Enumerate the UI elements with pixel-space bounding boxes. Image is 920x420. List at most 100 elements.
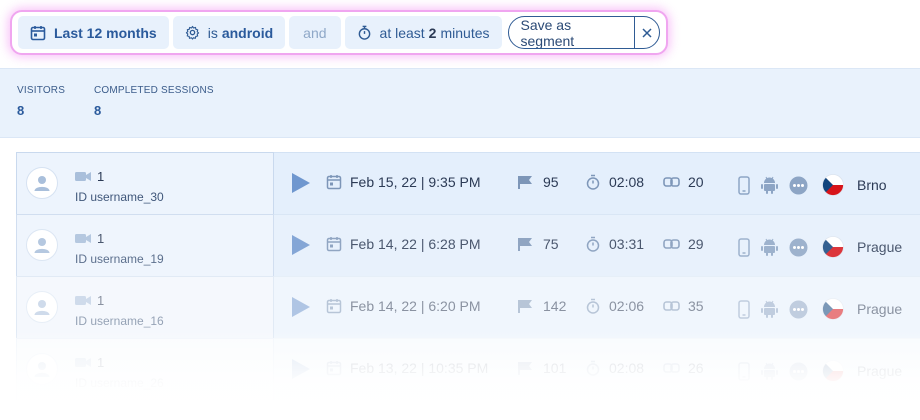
calendar-icon	[326, 299, 342, 314]
events-count-value: 75	[543, 236, 559, 252]
pages-count-value: 29	[688, 236, 704, 252]
environment-icons: Brno	[738, 174, 887, 196]
link-icon	[663, 239, 680, 249]
avatar[interactable]	[26, 229, 58, 261]
session-user-cell: 1 ID username_19	[16, 214, 274, 276]
visitors-value: 8	[17, 103, 25, 118]
session-row[interactable]: 1 ID username_19 Feb 14, 22 | 6:28 PM 75…	[16, 214, 920, 276]
stopwatch-icon	[586, 236, 600, 252]
user-id: ID username_30	[75, 190, 164, 204]
duration-filter-suffix: minutes	[440, 24, 490, 41]
session-date: Feb 14, 22 | 6:28 PM	[326, 236, 481, 252]
session-user-cell: 1 ID username_30	[16, 152, 274, 214]
calendar-icon	[326, 237, 342, 252]
filter-conjunction: and	[289, 16, 341, 49]
visitors-stat: VISITORS 8	[17, 85, 65, 118]
link-icon	[663, 301, 680, 311]
clear-filters-button[interactable]	[634, 17, 659, 48]
events-count-value: 142	[543, 298, 567, 314]
session-duration-value: 03:31	[609, 236, 645, 252]
pages-count-value: 20	[688, 174, 704, 190]
list-fade-overlay	[0, 330, 920, 420]
os-filter-value: android	[221, 24, 274, 41]
close-icon	[642, 27, 652, 38]
pages-count: 35	[663, 298, 704, 314]
duration-filter-value: 2	[428, 24, 437, 41]
events-count: 142	[517, 298, 566, 314]
environment-icons: Prague	[738, 298, 902, 320]
flag-icon	[518, 237, 532, 251]
czech-flag-icon	[822, 298, 844, 320]
play-button[interactable]	[291, 234, 311, 261]
video-camera-icon	[75, 296, 91, 305]
flag-icon	[518, 299, 532, 313]
play-button[interactable]	[291, 172, 311, 199]
smartphone-icon	[738, 175, 750, 195]
more-dots-icon	[789, 176, 808, 194]
avatar[interactable]	[26, 291, 58, 323]
recordings-count: 1	[75, 293, 104, 308]
duration-filter-prefix: at least	[379, 24, 425, 41]
smartphone-icon	[738, 299, 750, 319]
play-icon	[292, 297, 310, 317]
calendar-icon	[326, 175, 342, 190]
calendar-icon	[30, 25, 46, 40]
session-user-cell: 1 ID username_16	[16, 276, 274, 338]
completed-sessions-stat: COMPLETED SESSIONS 8	[94, 85, 214, 118]
android-icon	[761, 238, 778, 256]
date-range-filter[interactable]: Last 12 months	[18, 16, 169, 49]
environment-icons: Prague	[738, 236, 902, 258]
segment-filter-bar: Last 12 months is android and at least 2…	[10, 10, 668, 55]
session-date-value: Feb 14, 22 | 6:20 PM	[350, 298, 481, 314]
more-dots-icon	[789, 238, 808, 256]
city-name: Prague	[857, 239, 903, 255]
pages-count: 20	[663, 174, 704, 190]
pages-count: 29	[663, 236, 704, 252]
android-icon	[761, 300, 778, 318]
events-count: 95	[517, 174, 559, 190]
czech-flag-icon	[822, 174, 844, 196]
user-icon	[34, 176, 50, 191]
stats-panel: VISITORS 8 COMPLETED SESSIONS 8	[0, 68, 920, 138]
recordings-count: 1	[75, 231, 104, 246]
duration-filter[interactable]: at least 2 minutes	[344, 16, 502, 49]
os-filter[interactable]: is android	[172, 16, 286, 49]
recordings-count-value: 1	[97, 169, 105, 184]
recordings-count: 1	[75, 169, 104, 184]
save-as-segment-button[interactable]: Save as segment	[509, 17, 635, 48]
user-icon	[34, 238, 50, 253]
stopwatch-icon	[586, 174, 600, 190]
stopwatch-icon	[358, 25, 370, 40]
pages-count-value: 35	[688, 298, 704, 314]
avatar[interactable]	[26, 167, 58, 199]
session-details-cell: Feb 14, 22 | 6:20 PM 142 02:06 35 Prague	[274, 276, 920, 338]
city-name: Prague	[857, 301, 903, 317]
session-details-cell: Feb 14, 22 | 6:28 PM 75 03:31 29 Prague	[274, 214, 920, 276]
session-duration: 03:31	[585, 236, 644, 252]
video-camera-icon	[75, 172, 91, 181]
session-details-cell: Feb 15, 22 | 9:35 PM 95 02:08 20 Brno	[274, 152, 920, 214]
user-icon	[34, 300, 50, 315]
session-duration-value: 02:08	[609, 174, 645, 190]
session-row[interactable]: 1 ID username_16 Feb 14, 22 | 6:20 PM 14…	[16, 276, 920, 338]
session-date-value: Feb 14, 22 | 6:28 PM	[350, 236, 481, 252]
smartphone-icon	[738, 237, 750, 257]
session-duration: 02:06	[585, 298, 644, 314]
os-filter-prefix: is	[207, 24, 218, 41]
events-count: 75	[517, 236, 559, 252]
stopwatch-icon	[586, 298, 600, 314]
gear-icon	[185, 25, 199, 40]
session-date-value: Feb 15, 22 | 9:35 PM	[350, 174, 481, 190]
date-range-label: Last 12 months	[54, 24, 157, 41]
user-id: ID username_16	[75, 314, 164, 328]
recordings-count-value: 1	[97, 293, 105, 308]
flag-icon	[518, 175, 532, 189]
session-duration-value: 02:06	[609, 298, 645, 314]
session-row[interactable]: 1 ID username_30 Feb 15, 22 | 9:35 PM 95…	[16, 152, 920, 214]
visitors-label: VISITORS	[17, 85, 66, 96]
recordings-count-value: 1	[97, 231, 105, 246]
play-button[interactable]	[291, 296, 311, 323]
session-duration: 02:08	[585, 174, 644, 190]
session-date: Feb 14, 22 | 6:20 PM	[326, 298, 481, 314]
czech-flag-icon	[822, 236, 844, 258]
